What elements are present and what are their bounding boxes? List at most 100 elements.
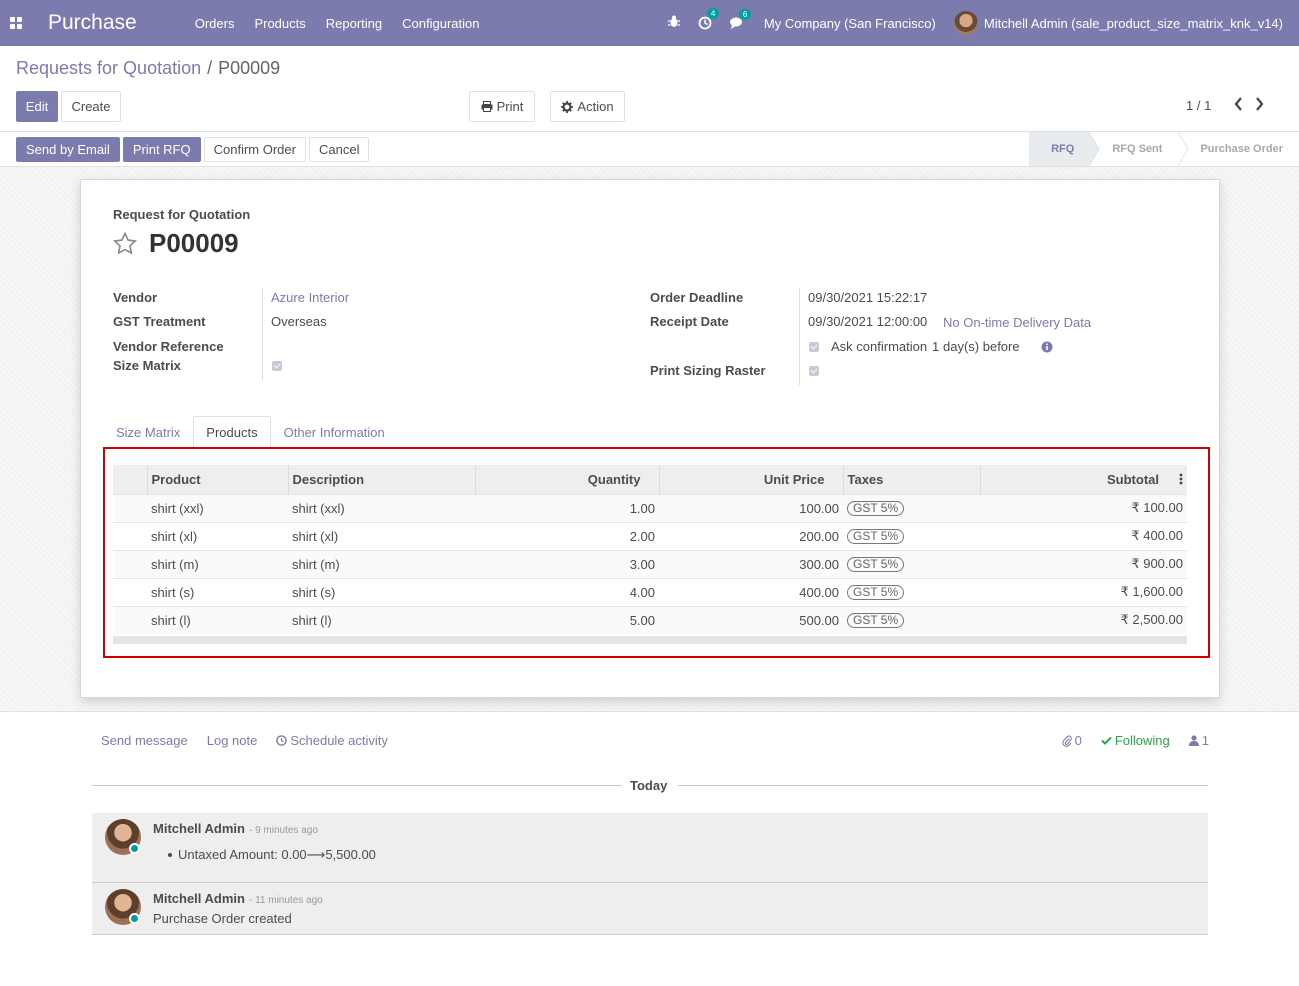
debug-bug-icon[interactable] — [667, 15, 680, 31]
status-buttons: Send by Email Print RFQ Confirm Order Ca… — [16, 137, 370, 162]
cell-product[interactable]: shirt (xl) — [147, 521, 288, 550]
breadcrumb-current: P00009 — [218, 58, 281, 78]
cell-description[interactable]: shirt (xl) — [288, 521, 475, 550]
chevron-left-icon[interactable] — [1233, 96, 1243, 112]
message-body: Purchase Order created — [153, 911, 292, 926]
ask-days-value[interactable]: 1 — [932, 339, 939, 354]
field-divider — [262, 288, 263, 380]
print-rfq-button[interactable]: Print RFQ — [122, 137, 201, 162]
stage-purchase-order[interactable]: Purchase Order — [1188, 132, 1299, 166]
create-button[interactable]: Create — [61, 91, 121, 122]
cell-quantity[interactable]: 2.00 — [475, 521, 659, 550]
cell-product[interactable]: shirt (s) — [147, 577, 288, 606]
row-handle — [113, 577, 147, 606]
app-brand[interactable]: Purchase — [48, 11, 137, 35]
cell-subtotal: ₹ 100.00 — [980, 493, 1187, 522]
cell-product[interactable]: shirt (xxl) — [147, 493, 288, 522]
print-button[interactable]: Print — [469, 91, 535, 122]
apps-menu-icon[interactable] — [0, 0, 32, 46]
following-button[interactable]: Following — [1101, 733, 1170, 748]
cell-description[interactable]: shirt (xxl) — [288, 493, 475, 522]
table-row[interactable]: shirt (s) shirt (s) 4.00 400.00 GST 5% ₹… — [113, 577, 1187, 606]
vendor-value[interactable]: Azure Interior — [271, 290, 349, 305]
tab-size-matrix[interactable]: Size Matrix — [103, 416, 193, 448]
table-row[interactable]: shirt (l) shirt (l) 5.00 500.00 GST 5% ₹… — [113, 605, 1187, 634]
message-author[interactable]: Mitchell Admin — [153, 821, 245, 836]
tracking-old-value: 0.00 — [281, 847, 307, 862]
tab-products[interactable]: Products — [193, 416, 271, 448]
order-deadline-value[interactable]: 09/30/2021 15:22:17 — [808, 290, 927, 305]
breadcrumb-parent[interactable]: Requests for Quotation — [16, 58, 201, 78]
cell-product[interactable]: shirt (m) — [147, 549, 288, 578]
cancel-button[interactable]: Cancel — [308, 137, 370, 162]
messaging-menu[interactable]: 6 — [729, 8, 752, 30]
cell-quantity[interactable]: 5.00 — [475, 605, 659, 634]
user-menu[interactable]: Mitchell Admin (sale_product_size_matrix… — [953, 11, 1283, 35]
gear-icon — [561, 100, 574, 113]
ask-confirmation-checkbox[interactable] — [809, 342, 819, 352]
cell-taxes[interactable]: GST 5% — [843, 493, 980, 522]
column-subtotal[interactable]: Subtotal — [980, 465, 1187, 494]
cell-quantity[interactable]: 3.00 — [475, 549, 659, 578]
optional-columns-icon[interactable] — [1179, 473, 1183, 485]
chevron-right-icon[interactable] — [1255, 96, 1265, 112]
cell-unit-price[interactable]: 300.00 — [659, 549, 843, 578]
info-icon[interactable] — [1041, 341, 1053, 353]
cell-quantity[interactable]: 4.00 — [475, 577, 659, 606]
cell-unit-price[interactable]: 200.00 — [659, 521, 843, 550]
menu-orders[interactable]: Orders — [185, 16, 245, 31]
print-sizing-raster-checkbox[interactable] — [809, 366, 819, 376]
cell-product[interactable]: shirt (l) — [147, 605, 288, 634]
cell-subtotal: ₹ 900.00 — [980, 549, 1187, 578]
table-row[interactable]: shirt (xl) shirt (xl) 2.00 200.00 GST 5%… — [113, 521, 1187, 550]
schedule-activity-button[interactable]: Schedule activity — [276, 733, 407, 748]
cell-taxes[interactable]: GST 5% — [843, 605, 980, 634]
tab-other-information[interactable]: Other Information — [271, 416, 398, 448]
confirm-order-button[interactable]: Confirm Order — [203, 137, 306, 162]
tax-tag: GST 5% — [847, 501, 905, 516]
pager-value[interactable]: 1 / 1 — [1186, 98, 1211, 113]
send-message-button[interactable]: Send message — [101, 733, 188, 748]
stage-rfq-sent[interactable]: RFQ Sent — [1100, 132, 1178, 166]
message-author[interactable]: Mitchell Admin — [153, 891, 245, 906]
column-unit-price[interactable]: Unit Price — [659, 465, 844, 494]
cell-description[interactable]: shirt (s) — [288, 577, 475, 606]
cell-unit-price[interactable]: 400.00 — [659, 577, 843, 606]
separator-line — [92, 785, 622, 786]
cell-taxes[interactable]: GST 5% — [843, 521, 980, 550]
gst-treatment-value[interactable]: Overseas — [271, 314, 327, 329]
receipt-date-label: Receipt Date — [650, 314, 729, 329]
stage-rfq[interactable]: RFQ — [1029, 132, 1091, 166]
cell-taxes[interactable]: GST 5% — [843, 549, 980, 578]
cell-unit-price[interactable]: 500.00 — [659, 605, 843, 634]
send-by-email-button[interactable]: Send by Email — [16, 137, 120, 162]
on-time-delivery-link[interactable]: No On-time Delivery Data — [943, 315, 1091, 330]
cell-unit-price[interactable]: 100.00 — [659, 493, 843, 522]
doc-type-label: Request for Quotation — [113, 207, 251, 222]
followers-button[interactable]: 1 — [1188, 733, 1209, 748]
edit-button[interactable]: Edit — [16, 91, 58, 122]
cell-description[interactable]: shirt (l) — [288, 605, 475, 634]
cell-quantity[interactable]: 1.00 — [475, 493, 659, 522]
cell-taxes[interactable]: GST 5% — [843, 577, 980, 606]
menu-products[interactable]: Products — [244, 16, 315, 31]
menu-reporting[interactable]: Reporting — [316, 16, 392, 31]
star-icon[interactable] — [113, 232, 137, 255]
column-quantity[interactable]: Quantity — [475, 465, 660, 494]
menu-configuration[interactable]: Configuration — [392, 16, 489, 31]
activity-menu[interactable]: 4 — [698, 8, 720, 30]
table-row[interactable]: shirt (m) shirt (m) 3.00 300.00 GST 5% ₹… — [113, 549, 1187, 578]
date-separator-label: Today — [630, 778, 668, 793]
attachments-button[interactable]: 0 — [1062, 733, 1082, 748]
action-button[interactable]: Action — [550, 91, 625, 122]
notebook-tabs: Size Matrix Products Other Information — [103, 416, 398, 448]
log-note-button[interactable]: Log note — [207, 733, 258, 748]
cell-description[interactable]: shirt (m) — [288, 549, 475, 578]
column-description[interactable]: Description — [288, 465, 476, 494]
size-matrix-checkbox[interactable] — [272, 361, 282, 371]
column-product[interactable]: Product — [147, 465, 289, 494]
receipt-date-value[interactable]: 09/30/2021 12:00:00 — [808, 314, 927, 329]
table-row[interactable]: shirt (xxl) shirt (xxl) 1.00 100.00 GST … — [113, 493, 1187, 522]
company-switcher[interactable]: My Company (San Francisco) — [764, 16, 936, 31]
column-taxes[interactable]: Taxes — [843, 465, 981, 494]
